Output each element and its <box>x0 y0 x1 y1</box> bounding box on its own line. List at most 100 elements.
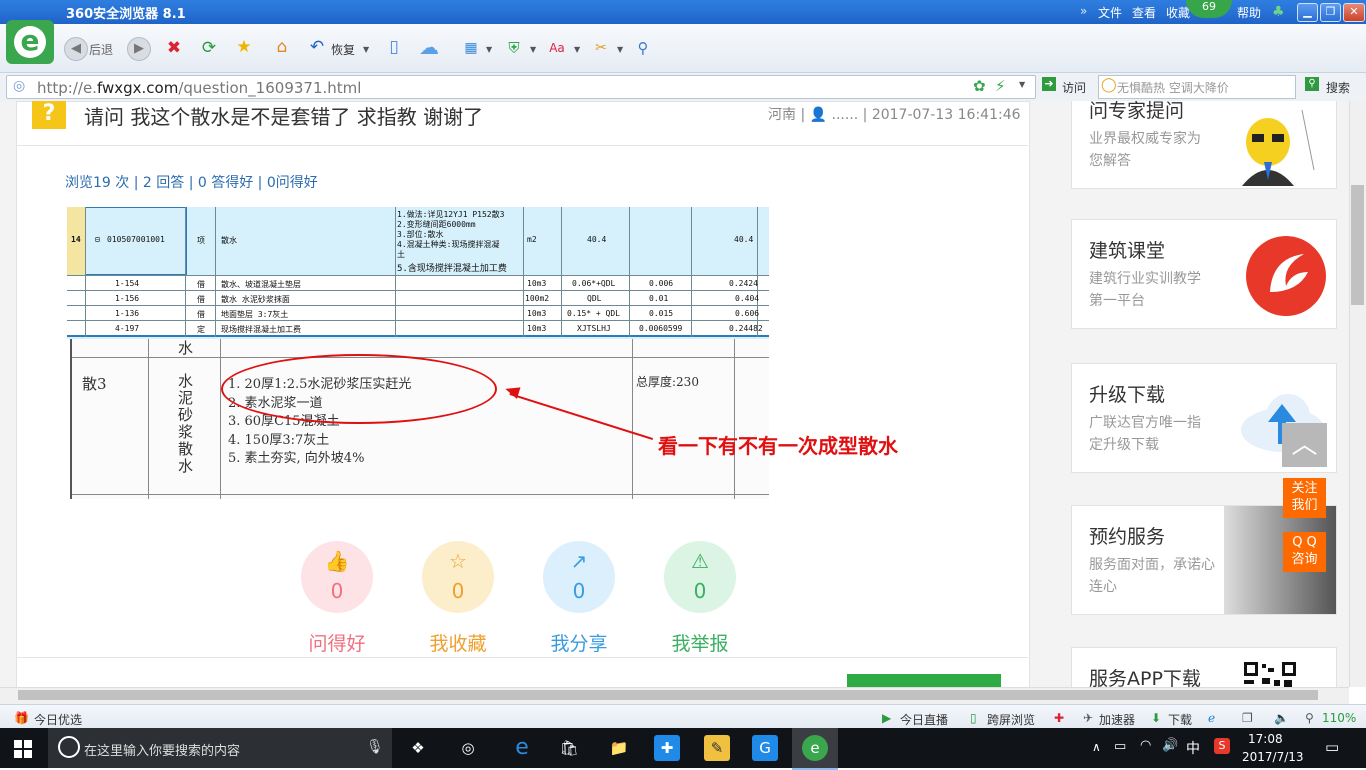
favorite-label[interactable]: 我收藏 <box>408 629 508 656</box>
like-button[interactable]: 👍 0 <box>301 541 373 613</box>
tray-device-icon[interactable]: ▭ <box>1114 739 1126 754</box>
vertical-scroll-thumb[interactable] <box>1351 185 1364 305</box>
edge-icon[interactable]: e <box>509 735 535 761</box>
menu-view[interactable]: 查看 <box>1132 4 1156 21</box>
favorite-star-icon[interactable]: ★ <box>233 36 255 58</box>
menu-file[interactable]: 文件 <box>1098 4 1122 21</box>
plus-icon[interactable]: ✚ <box>1054 711 1064 725</box>
close-window-button[interactable]: ✕ <box>1343 3 1365 22</box>
translate-dropdown-icon[interactable]: ▼ <box>574 45 580 54</box>
shield-dropdown-icon[interactable]: ▼ <box>530 45 536 54</box>
expand-icon[interactable]: ⊟ <box>95 235 100 244</box>
stop-icon[interactable]: ✖ <box>163 37 185 59</box>
app-swirl-icon[interactable]: ◎ <box>455 735 481 761</box>
ime-indicator[interactable]: 中 <box>1186 738 1200 758</box>
qq-consult-button[interactable]: Q Q 咨询 <box>1283 532 1326 572</box>
question-stats[interactable]: 浏览19 次 | 2 回答 | 0 答得好 | 0问得好 <box>65 172 318 192</box>
restore-button[interactable]: 恢复 <box>331 41 355 58</box>
menu-help[interactable]: 帮助 <box>1237 4 1261 21</box>
shield-icon[interactable]: ⛨ <box>503 37 525 59</box>
minimize-button[interactable]: ▁ <box>1297 3 1318 22</box>
zoom-icon[interactable]: ⚲ <box>1305 711 1314 725</box>
clock-time[interactable]: 17:08 <box>1248 732 1283 746</box>
back-arrow-icon[interactable]: ◀ <box>64 37 88 61</box>
skin-icon[interactable]: ♣ <box>1272 4 1285 20</box>
download-link[interactable]: 下载 <box>1168 711 1192 728</box>
search-button[interactable]: 搜索 <box>1326 79 1350 96</box>
share-button[interactable]: ↗ 0 <box>543 541 615 613</box>
microphone-icon[interactable]: 🎙 <box>366 739 384 755</box>
store-icon[interactable]: 🛍 <box>556 735 582 761</box>
sub-expr: 0.06*+QDL <box>572 279 616 288</box>
download-icon[interactable]: ⬇ <box>1151 711 1161 725</box>
cross-screen-link[interactable]: 跨屏浏览 <box>987 711 1035 728</box>
maximize-button[interactable]: ❐ <box>1320 3 1341 22</box>
zoom-level[interactable]: 110% <box>1322 711 1356 725</box>
speaker-icon[interactable]: 🔊 <box>1162 738 1178 753</box>
gift-icon[interactable]: 🎁 <box>14 711 29 725</box>
play-icon[interactable]: ▶ <box>882 711 891 725</box>
windows-start-icon[interactable] <box>14 740 32 758</box>
back-button[interactable]: 后退 <box>89 41 113 58</box>
follow-us-button[interactable]: 关注 我们 <box>1283 478 1326 518</box>
search-zoom-icon[interactable]: ⚲ <box>632 37 654 59</box>
window-icon[interactable]: ❐ <box>1242 711 1253 725</box>
screenshot-icon[interactable]: ✂ <box>590 37 612 59</box>
undo-icon[interactable]: ↶ <box>306 36 328 58</box>
tray-up-icon[interactable]: ∧ <box>1092 740 1101 754</box>
url-text[interactable]: http://e.fwxgx.com/question_1609371.html <box>37 79 361 97</box>
url-dropdown-icon[interactable]: ▼ <box>1019 80 1025 89</box>
app-g-icon[interactable]: G <box>752 735 778 761</box>
sidebar-card-app[interactable]: 服务APP下载 <box>1071 647 1337 687</box>
thumbs-up-icon: 👍 <box>324 549 350 573</box>
volume-icon[interactable]: 🔈 <box>1274 711 1289 725</box>
live-link[interactable]: 今日直播 <box>900 711 948 728</box>
home-icon[interactable]: ⌂ <box>271 36 293 58</box>
ie-icon[interactable]: ℯ <box>1208 711 1215 725</box>
horizontal-scroll-thumb[interactable] <box>18 690 1318 700</box>
sogou-icon[interactable]: S <box>1214 738 1230 754</box>
sidebar-card-desc: 建筑行业实训教学第一平台 <box>1089 271 1201 309</box>
sub-kind: 借 <box>197 280 205 289</box>
overflow-icon[interactable]: » <box>1080 4 1087 18</box>
apps-dropdown-icon[interactable]: ▼ <box>486 45 492 54</box>
sidebar-card-ask-expert[interactable]: 问专家提问 业界最权威专家为您解答 <box>1071 101 1337 189</box>
clock-date[interactable]: 2017/7/13 <box>1242 750 1304 764</box>
active-browser-task[interactable]: e <box>792 728 838 770</box>
forward-arrow-icon[interactable]: ▶ <box>127 37 151 61</box>
task-view-icon[interactable]: ❖ <box>405 735 431 761</box>
app-plus-icon[interactable]: ✚ <box>654 735 680 761</box>
report-button[interactable]: ⚠ 0 <box>664 541 736 613</box>
share-label[interactable]: 我分享 <box>529 629 629 656</box>
file-explorer-icon[interactable]: 📁 <box>606 735 632 761</box>
restore-dropdown-icon[interactable]: ▼ <box>363 45 369 54</box>
notes-icon[interactable]: ✎ <box>704 735 730 761</box>
lightning-icon[interactable]: ⚡ <box>995 77 1006 95</box>
favorite-button[interactable]: ☆ 0 <box>422 541 494 613</box>
accelerator-link[interactable]: 加速器 <box>1099 711 1135 728</box>
screenshot-dropdown-icon[interactable]: ▼ <box>617 45 623 54</box>
sidebar-card-classroom[interactable]: 建筑课堂 建筑行业实训教学第一平台 <box>1071 219 1337 329</box>
refresh-icon[interactable]: ⟳ <box>198 37 220 59</box>
loading-icon[interactable]: ✿ <box>973 77 986 95</box>
phone-icon[interactable]: ▯ <box>383 36 405 58</box>
search-engine-icon[interactable]: ◯ <box>1101 77 1117 93</box>
report-label[interactable]: 我举报 <box>650 629 750 656</box>
search-icon[interactable]: ⚲ <box>1305 77 1319 91</box>
answer-button[interactable] <box>847 674 1001 687</box>
rocket-icon[interactable]: ✈ <box>1083 711 1093 725</box>
visit-arrow-icon[interactable]: ➜ <box>1042 77 1056 91</box>
browser-logo[interactable]: e <box>6 20 54 64</box>
back-to-top-button[interactable]: ︿ <box>1282 423 1327 467</box>
visit-button[interactable]: 访问 <box>1062 79 1086 96</box>
wifi-icon[interactable]: ◠ <box>1140 738 1151 753</box>
notification-icon[interactable]: ▭ <box>1325 738 1339 756</box>
device-icon[interactable]: ▯ <box>970 711 977 725</box>
today-picks-link[interactable]: 今日优选 <box>34 711 82 728</box>
apps-grid-icon[interactable]: ▦ <box>460 37 482 59</box>
divider <box>16 657 1028 658</box>
cloud-icon[interactable]: ☁ <box>418 36 440 58</box>
like-label[interactable]: 问得好 <box>287 629 387 656</box>
translate-icon[interactable]: Aa <box>546 37 568 59</box>
url-input[interactable]: ◎ http://e.fwxgx.com/question_1609371.ht… <box>6 75 1036 99</box>
